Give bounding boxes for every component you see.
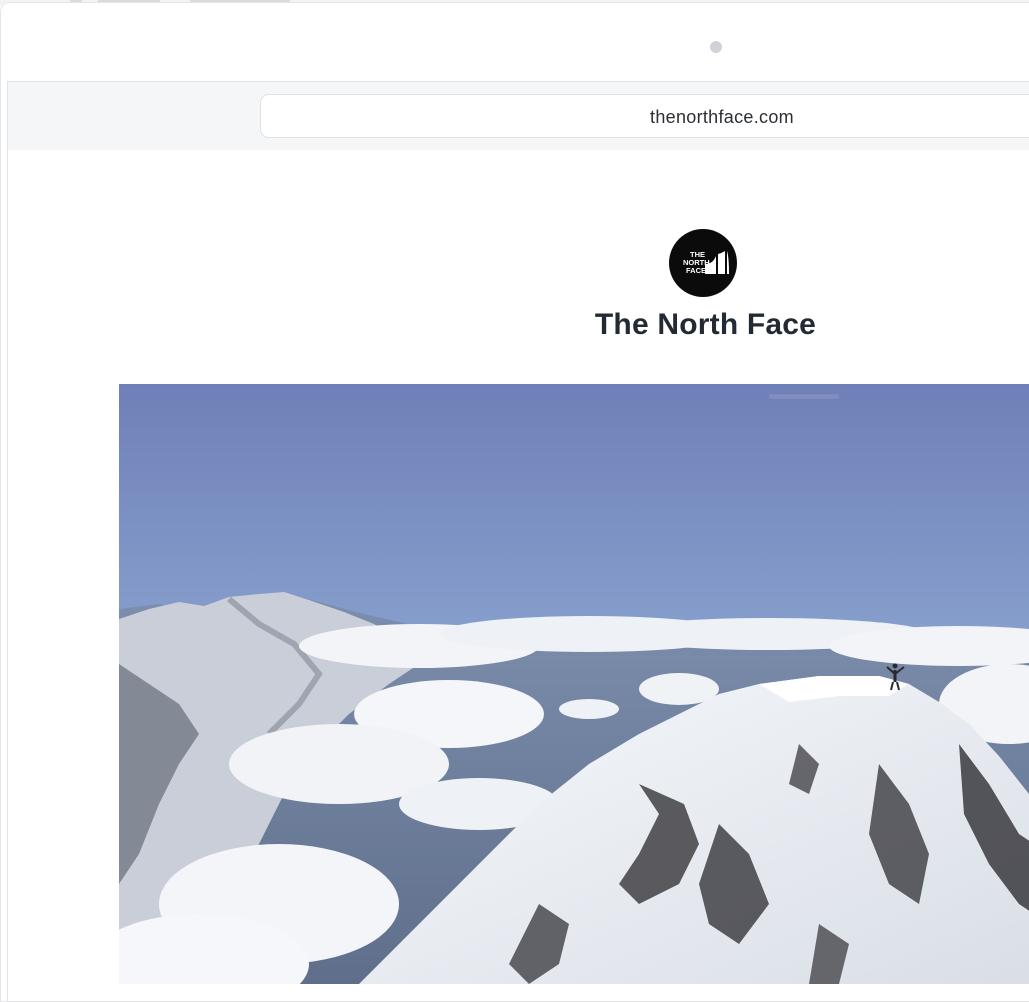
hero-image <box>119 384 1029 984</box>
browser-window: thenorthface.com THE NORTH FACE The Nort… <box>0 2 1029 1002</box>
browser-toolbar: thenorthface.com <box>8 82 1029 151</box>
mountain-summit-photo <box>119 384 1029 984</box>
web-page: THE NORTH FACE The North Face <box>8 150 1029 1001</box>
sky-streak <box>769 394 839 399</box>
window-indicator-dot <box>710 41 722 53</box>
logo-arc-2 <box>718 251 725 274</box>
cloud <box>559 699 619 719</box>
browser-content-window: thenorthface.com THE NORTH FACE The Nort… <box>7 81 1029 1001</box>
brand-title: The North Face <box>594 308 817 341</box>
the-north-face-logo-icon[interactable]: THE NORTH FACE <box>669 229 737 297</box>
logo-line-face: FACE <box>686 266 706 275</box>
address-bar[interactable]: thenorthface.com <box>260 94 1029 138</box>
window-titlebar <box>1 3 1029 81</box>
logo-mark: THE NORTH FACE <box>683 250 729 275</box>
address-bar-url: thenorthface.com <box>650 107 794 127</box>
logo-arc-3 <box>727 251 729 274</box>
